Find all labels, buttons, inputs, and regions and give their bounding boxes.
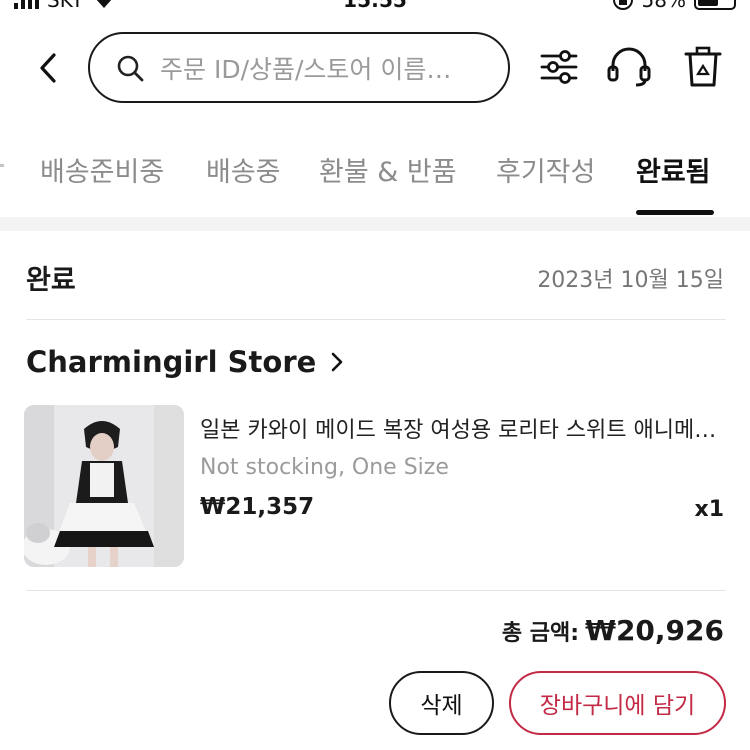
search-input[interactable]: 주문 ID/상품/스토어 이름… <box>88 32 510 103</box>
search-icon <box>117 55 144 81</box>
section-separator <box>0 217 750 231</box>
chevron-left-icon <box>40 53 56 83</box>
sliders-icon <box>540 50 578 84</box>
product-photo <box>24 405 184 567</box>
store-name: Charmingirl Store <box>26 345 317 379</box>
order-status-label: 완료 <box>26 265 76 296</box>
recycle-bin-button[interactable] <box>680 44 726 90</box>
total-value: ₩20,926 <box>585 614 724 647</box>
store-link[interactable]: Charmingirl Store <box>26 345 344 379</box>
total-label: 총 금액: <box>501 621 580 646</box>
tab-scroll-edge <box>0 164 4 167</box>
battery-percent: 58% <box>641 0 686 12</box>
headset-icon <box>607 47 651 87</box>
chevron-right-icon <box>331 352 343 372</box>
active-tab-indicator <box>636 210 714 215</box>
order-status-tabs: 배송준비중 배송중 환불 & 반품 후기작성 완료됨 <box>0 140 750 220</box>
tab-completed[interactable]: 완료됨 <box>636 150 711 189</box>
divider <box>26 319 726 320</box>
product-option: Not stocking, One Size <box>200 455 449 480</box>
tab-write-review[interactable]: 후기작성 <box>496 150 595 189</box>
tab-preparing-shipment[interactable]: 배송준비중 <box>40 150 164 189</box>
product-price: ₩21,357 <box>200 494 315 520</box>
product-image[interactable] <box>24 405 184 567</box>
filter-button[interactable] <box>536 44 582 90</box>
order-total: 총 금액: ₩20,926 <box>502 614 724 647</box>
battery-group: 58% <box>612 0 736 12</box>
add-to-cart-button[interactable]: 장바구니에 담기 <box>509 671 726 735</box>
order-date: 2023년 10월 15일 <box>537 268 724 293</box>
delete-button[interactable]: 삭제 <box>389 671 494 735</box>
trash-icon <box>684 46 722 87</box>
product-quantity: x1 <box>694 497 725 522</box>
customer-service-button[interactable] <box>606 44 652 90</box>
status-bar: SKT 15:55 58% <box>0 0 750 16</box>
product-title[interactable]: 일본 카와이 메이드 복장 여성용 로리타 스위트 애니메… <box>200 412 728 444</box>
back-button[interactable] <box>30 48 66 88</box>
divider <box>26 590 726 591</box>
tab-shipping[interactable]: 배송중 <box>206 150 281 189</box>
tab-refund-return[interactable]: 환불 & 반품 <box>319 150 457 189</box>
battery-icon <box>694 0 736 10</box>
orientation-lock-icon <box>612 0 633 10</box>
search-placeholder: 주문 ID/상품/스토어 이름… <box>160 54 452 84</box>
